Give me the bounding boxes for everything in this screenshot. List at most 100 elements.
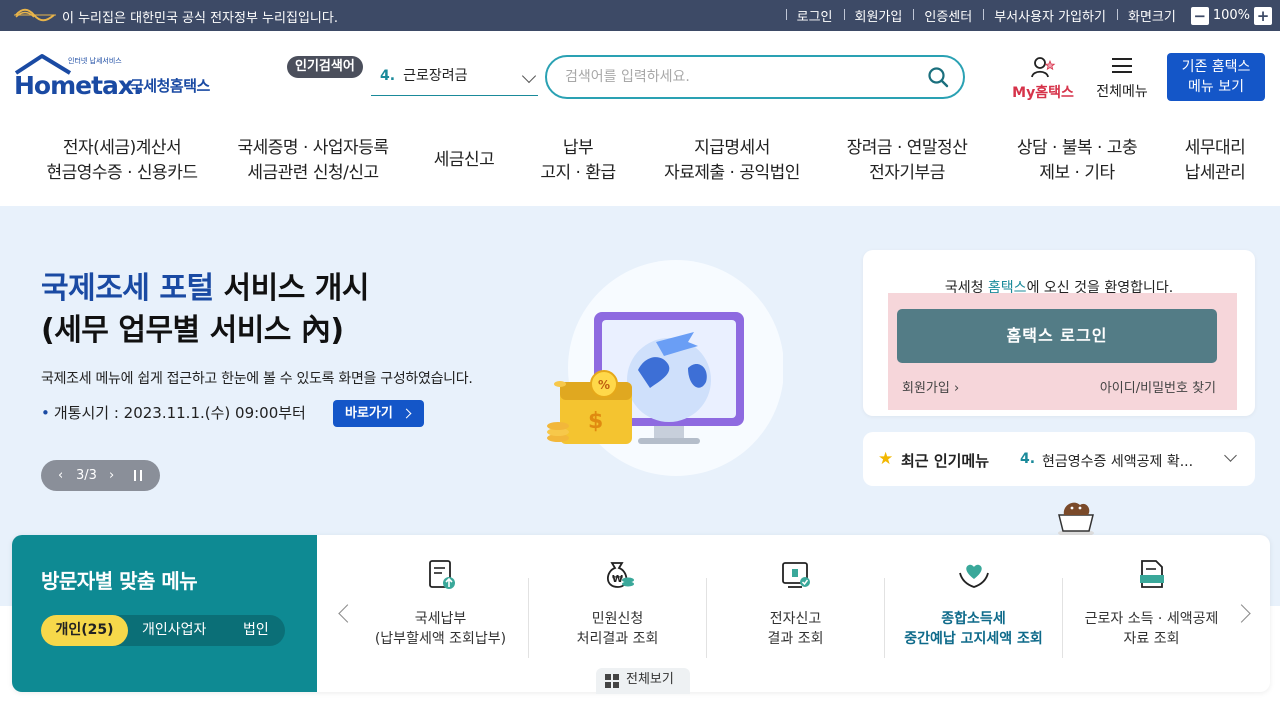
chevron-down-icon bbox=[521, 68, 537, 84]
tab-corporation[interactable]: 법인 bbox=[243, 615, 269, 646]
cert-center-link[interactable]: 인증센터 bbox=[913, 6, 983, 25]
hero-pager: ‹ 3/3 › bbox=[41, 460, 160, 491]
chevron-right-icon: › bbox=[953, 381, 960, 396]
all-menu-label: 전체메뉴 bbox=[1096, 84, 1148, 100]
signup-link[interactable]: 회원가입 bbox=[843, 6, 914, 25]
tab-sole-proprietor[interactable]: 개인사업자 bbox=[142, 615, 206, 646]
legacy-menu-button[interactable]: 기존 홈택스 메뉴 보기 bbox=[1167, 53, 1265, 101]
legacy-menu-line2: 메뉴 보기 bbox=[1188, 79, 1244, 95]
recent-popular-title: 최근 인기메뉴 bbox=[901, 452, 990, 470]
nav-label: 고지 · 환급 bbox=[540, 163, 616, 183]
e-filing-icon bbox=[781, 562, 810, 588]
menu-label: 민원신청 bbox=[591, 611, 644, 627]
pause-icon[interactable] bbox=[134, 470, 142, 481]
popular-search-rank: 4. bbox=[380, 68, 396, 84]
hero-title-rest: 서비스 개시 bbox=[213, 271, 369, 306]
global-tax-illustration: $ % bbox=[547, 260, 783, 476]
nav-label: 현금영수증 · 신용카드 bbox=[46, 163, 198, 183]
gov-notice-text: 이 누리집은 대한민국 공식 전자정부 누리집입니다. bbox=[62, 11, 338, 26]
logo-tagline: 인터넷 납세서비스 bbox=[68, 57, 122, 65]
nav-e-invoice[interactable]: 전자(세금)계산서 현금영수증 · 신용카드 bbox=[28, 136, 216, 186]
menu-e-filing[interactable]: 전자신고 결과 조회 bbox=[707, 557, 884, 649]
zoom-level: 100% bbox=[1212, 8, 1250, 23]
nav-payment[interactable]: 납부고지 · 환급 bbox=[528, 136, 628, 186]
hero-go-button[interactable]: 바로가기 bbox=[333, 400, 424, 427]
menu-label: 전자신고 bbox=[769, 611, 822, 627]
screen-size-label: 화면크기 bbox=[1116, 6, 1187, 25]
login-link[interactable]: 로그인 bbox=[785, 6, 844, 25]
nav-payment-statements[interactable]: 지급명세서자료제출 · 공익법인 bbox=[650, 136, 814, 186]
nav-label: 지급명세서 bbox=[694, 138, 770, 158]
menu-worker-deduction[interactable]: 근로자 소득 · 세액공제 자료 조회 bbox=[1063, 557, 1240, 649]
svg-text:%: % bbox=[598, 378, 610, 392]
menu-label: 자료 조회 bbox=[1123, 631, 1180, 647]
recent-popular-value: 현금영수증 세액공제 확... bbox=[1042, 454, 1194, 470]
gov-emblem-icon bbox=[14, 8, 56, 22]
hero-title-line2: (세무 업무별 서비스 內) bbox=[41, 313, 344, 348]
money-bag-icon: ₩ bbox=[606, 562, 634, 588]
nav-label: 세금관련 신청/신고 bbox=[247, 163, 379, 183]
menu-label: 결과 조회 bbox=[767, 631, 824, 647]
menu-label: 처리결과 조회 bbox=[576, 631, 659, 647]
nav-label: 장려금 · 연말정산 bbox=[846, 138, 968, 158]
utility-links: 로그인 회원가입 인증센터 부서사용자 가입하기 화면크기 − 100% + bbox=[785, 0, 1272, 31]
nav-label: 납부 bbox=[562, 138, 594, 158]
menu-label: (납부할세액 조회납부) bbox=[374, 631, 507, 647]
menu-tax-payment[interactable]: 국세납부 (납부할세액 조회납부) bbox=[352, 557, 529, 649]
site-header: 인터넷 납세서비스 Hometax. 국세청홈택스 인기검색어 4. 근로장려금 … bbox=[0, 31, 1280, 121]
dept-user-signup-link[interactable]: 부서사용자 가입하기 bbox=[983, 6, 1117, 25]
next-slide-icon[interactable]: › bbox=[109, 460, 114, 491]
nav-incentives[interactable]: 장려금 · 연말정산 전자기부금 bbox=[836, 136, 978, 186]
visitor-tabs: 개인(25) 개인사업자 법인 bbox=[41, 615, 285, 646]
prev-slide-icon[interactable]: ‹ bbox=[58, 460, 63, 491]
search-input[interactable] bbox=[565, 66, 905, 88]
login-panel: 국세청 홈택스에 오신 것을 환영합니다. 홈택스 로그인 회원가입 › 아이디… bbox=[863, 250, 1255, 416]
bullet-dot: • bbox=[41, 404, 50, 422]
nav-tax-filing[interactable]: 세금신고 bbox=[418, 148, 510, 173]
menu-civil-request[interactable]: ₩ 민원신청 처리결과 조회 bbox=[529, 557, 706, 649]
hero-title-highlight: 국제조세 포털 bbox=[41, 271, 214, 306]
zoom-control: − 100% + bbox=[1190, 6, 1272, 25]
view-all-label: 전체보기 bbox=[626, 672, 674, 687]
document-icon bbox=[1139, 560, 1164, 588]
nav-consulting[interactable]: 상담 · 불복 · 고충제보 · 기타 bbox=[1004, 136, 1150, 186]
menu-label: 근로자 소득 · 세액공제 bbox=[1084, 611, 1219, 627]
nav-label: 세금신고 bbox=[433, 150, 495, 170]
menu-income-tax[interactable]: 종합소득세 중간예납 고지세액 조회 bbox=[885, 557, 1062, 649]
search-box bbox=[545, 55, 965, 99]
star-icon: ★ bbox=[878, 449, 894, 469]
visitor-menu-sidebar: 방문자별 맞춤 메뉴 개인(25) 개인사업자 법인 bbox=[12, 535, 317, 692]
popular-search-term: 근로장려금 bbox=[403, 68, 468, 84]
tax-payment-icon bbox=[428, 560, 455, 589]
nav-certificates[interactable]: 국세증명 · 사업자등록세금관련 신청/신고 bbox=[224, 136, 402, 186]
view-all-button[interactable]: 전체보기 bbox=[596, 668, 690, 694]
nav-tax-agent[interactable]: 세무대리 납세관리 bbox=[1168, 136, 1262, 186]
zoom-in-button[interactable]: + bbox=[1254, 6, 1272, 25]
svg-text:$: $ bbox=[588, 409, 603, 434]
logo-name: 국세청홈택스 bbox=[130, 77, 210, 95]
tab-individual[interactable]: 개인(25) bbox=[41, 615, 128, 646]
search-icon[interactable] bbox=[927, 66, 949, 88]
logo-wordmark: Hometax. bbox=[14, 71, 143, 100]
find-id-password-link[interactable]: 아이디/비밀번호 찾기 bbox=[1100, 377, 1216, 396]
nav-label: 국세증명 · 사업자등록 bbox=[237, 138, 389, 158]
visitor-menu-title: 방문자별 맞춤 메뉴 bbox=[41, 569, 198, 593]
nav-label: 제보 · 기타 bbox=[1039, 163, 1115, 183]
my-hometax-button[interactable]: My홈택스 bbox=[1008, 55, 1078, 102]
hometax-login-button[interactable]: 홈택스 로그인 bbox=[897, 309, 1217, 363]
user-star-icon bbox=[1031, 57, 1056, 78]
coffee-cup-icon[interactable] bbox=[1054, 497, 1098, 539]
menu-label: 중간예납 고지세액 조회 bbox=[904, 631, 1043, 647]
all-menu-button[interactable]: 전체메뉴 bbox=[1090, 55, 1154, 101]
nav-label: 상담 · 불복 · 고충 bbox=[1016, 138, 1138, 158]
zoom-out-button[interactable]: − bbox=[1190, 6, 1209, 25]
recent-popular-menu[interactable]: ★ 최근 인기메뉴 4. 현금영수증 세액공제 확... bbox=[863, 432, 1255, 486]
gov-banner: 이 누리집은 대한민국 공식 전자정부 누리집입니다. 로그인 회원가입 인증센… bbox=[0, 0, 1280, 31]
signup-label: 회원가입 bbox=[902, 381, 950, 396]
grid-icon bbox=[605, 674, 619, 688]
chevron-down-icon[interactable] bbox=[1224, 449, 1237, 462]
hometax-logo[interactable]: 인터넷 납세서비스 Hometax. 국세청홈택스 bbox=[14, 53, 234, 105]
popular-search-select[interactable]: 4. 근로장려금 bbox=[371, 63, 538, 96]
signup-link[interactable]: 회원가입 › bbox=[902, 377, 959, 396]
nav-label: 자료제출 · 공익법인 bbox=[664, 163, 800, 183]
